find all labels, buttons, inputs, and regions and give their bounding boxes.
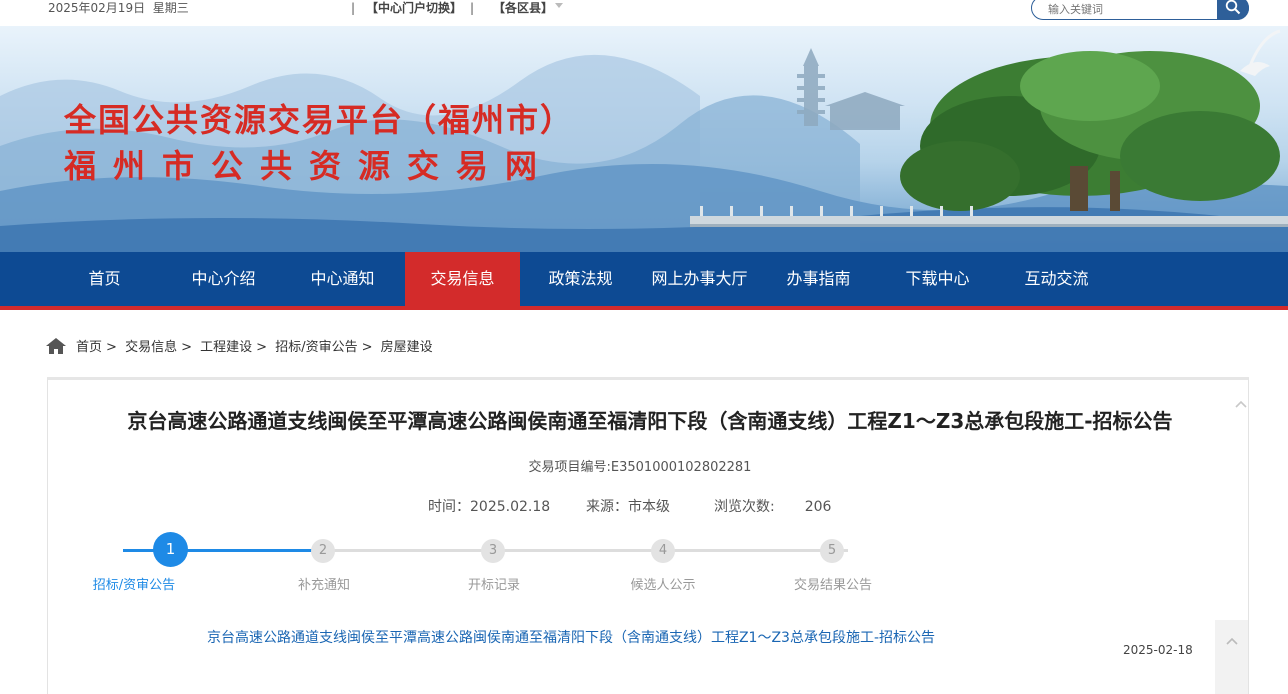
step-3-label[interactable]: 开标记录 (414, 574, 574, 593)
nav-item-interaction[interactable]: 互动交流 (999, 252, 1114, 306)
breadcrumb-building[interactable]: 房屋建设 (381, 340, 433, 355)
nav-item-trade-info[interactable]: 交易信息 (405, 252, 520, 306)
publish-time: 时间：2025.02.18 (428, 497, 550, 517)
step-5-circle[interactable]: 5 (820, 539, 844, 563)
date-text: 2025年02月19日 (48, 1, 146, 15)
step-2-label[interactable]: 补充通知 (244, 574, 404, 593)
view-count: 浏览次数: 206 (714, 497, 831, 517)
search-box (1031, 0, 1249, 20)
article-title: 京台高速公路通道支线闽侯至平潭高速公路闽侯南通至福清阳下段（含南通支线）工程Z1… (127, 409, 1173, 433)
notice-link[interactable]: 京台高速公路通道支线闽侯至平潭高速公路闽侯南通至福清阳下段（含南通支线）工程Z1… (176, 627, 966, 650)
breadcrumb-home[interactable]: 首页 (76, 340, 102, 355)
breadcrumb-separator: > (106, 340, 117, 355)
district-dropdown[interactable]: 【各区县】 (493, 0, 553, 16)
top-bar: 2025年02月19日 星期三 | 【中心门户切换】 | 【各区县】 (0, 0, 1288, 26)
current-date: 2025年02月19日 星期三 (48, 0, 189, 16)
step-connector (123, 549, 313, 552)
project-number: 交易项目编号:E3501000102802281 (48, 459, 1232, 477)
breadcrumb-trade-info[interactable]: 交易信息 (125, 340, 177, 355)
source-value: 市本级 (628, 499, 670, 515)
notice-date: 2025-02-18 (1123, 643, 1193, 657)
banner-title-line2: 福州市公共资源交易网 (64, 147, 555, 185)
step-1-circle[interactable]: 1 (153, 532, 188, 567)
nav-item-online-hall[interactable]: 网上办事大厅 (642, 252, 757, 306)
step-3-circle[interactable]: 3 (481, 539, 505, 563)
chevron-up-icon[interactable] (1234, 397, 1248, 411)
search-icon (1225, 0, 1241, 15)
weekday-text: 星期三 (152, 1, 189, 15)
views-value: 206 (804, 499, 832, 515)
breadcrumb-separator: > (256, 340, 268, 355)
article-panel: 京台高速公路通道支线闽侯至平潭高速公路闽侯南通至福清阳下段（含南通支线）工程Z1… (47, 377, 1249, 694)
banner-title-line1: 全国公共资源交易平台（福州市） (64, 101, 575, 139)
step-4-label[interactable]: 候选人公示 (583, 574, 743, 593)
divider: | (470, 1, 475, 15)
breadcrumb-separator: > (181, 340, 192, 355)
project-number-value: E3501000102802281 (610, 460, 752, 475)
step-1-label[interactable]: 招标/资审公告 (54, 574, 214, 593)
step-5-label[interactable]: 交易结果公告 (753, 574, 913, 593)
source: 来源：市本级 (586, 497, 670, 517)
main-nav: 首页 中心介绍 中心通知 交易信息 政策法规 网上办事大厅 办事指南 下载中心 … (0, 252, 1288, 310)
divider: | (351, 1, 356, 15)
nav-item-policies[interactable]: 政策法规 (523, 252, 638, 306)
chevron-up-icon (1226, 637, 1238, 645)
views-label: 浏览次数: (714, 499, 775, 515)
step-4-circle[interactable]: 4 (651, 539, 675, 563)
nav-item-downloads[interactable]: 下载中心 (880, 252, 995, 306)
project-number-label: 交易项目编号: (528, 460, 611, 475)
nav-item-notices[interactable]: 中心通知 (285, 252, 400, 306)
portal-switch-link[interactable]: 【中心门户切换】 (366, 0, 462, 16)
step-2-circle[interactable]: 2 (311, 539, 335, 563)
time-label: 时间： (428, 499, 470, 515)
breadcrumb-tender-notice[interactable]: 招标/资审公告 (275, 340, 357, 355)
breadcrumb-separator: > (361, 340, 373, 355)
nav-item-home[interactable]: 首页 (47, 252, 162, 306)
time-value: 2025.02.18 (470, 499, 551, 515)
step-connector (313, 549, 848, 552)
breadcrumb-engineering[interactable]: 工程建设 (200, 340, 252, 355)
home-icon (46, 338, 66, 354)
nav-item-about[interactable]: 中心介绍 (166, 252, 281, 306)
header-banner: 全国公共资源交易平台（福州市） 福州市公共资源交易网 (0, 26, 1288, 252)
search-button[interactable] (1217, 0, 1249, 20)
nav-item-guide[interactable]: 办事指南 (761, 252, 876, 306)
source-label: 来源： (586, 499, 628, 515)
process-steps: 1 2 3 4 5 招标/资审公告 补充通知 开标记录 候选人公示 交易结果公告 (48, 530, 1048, 600)
chevron-down-icon[interactable] (555, 3, 563, 8)
scroll-top-button[interactable] (1215, 620, 1248, 694)
search-input[interactable] (1048, 0, 1198, 18)
